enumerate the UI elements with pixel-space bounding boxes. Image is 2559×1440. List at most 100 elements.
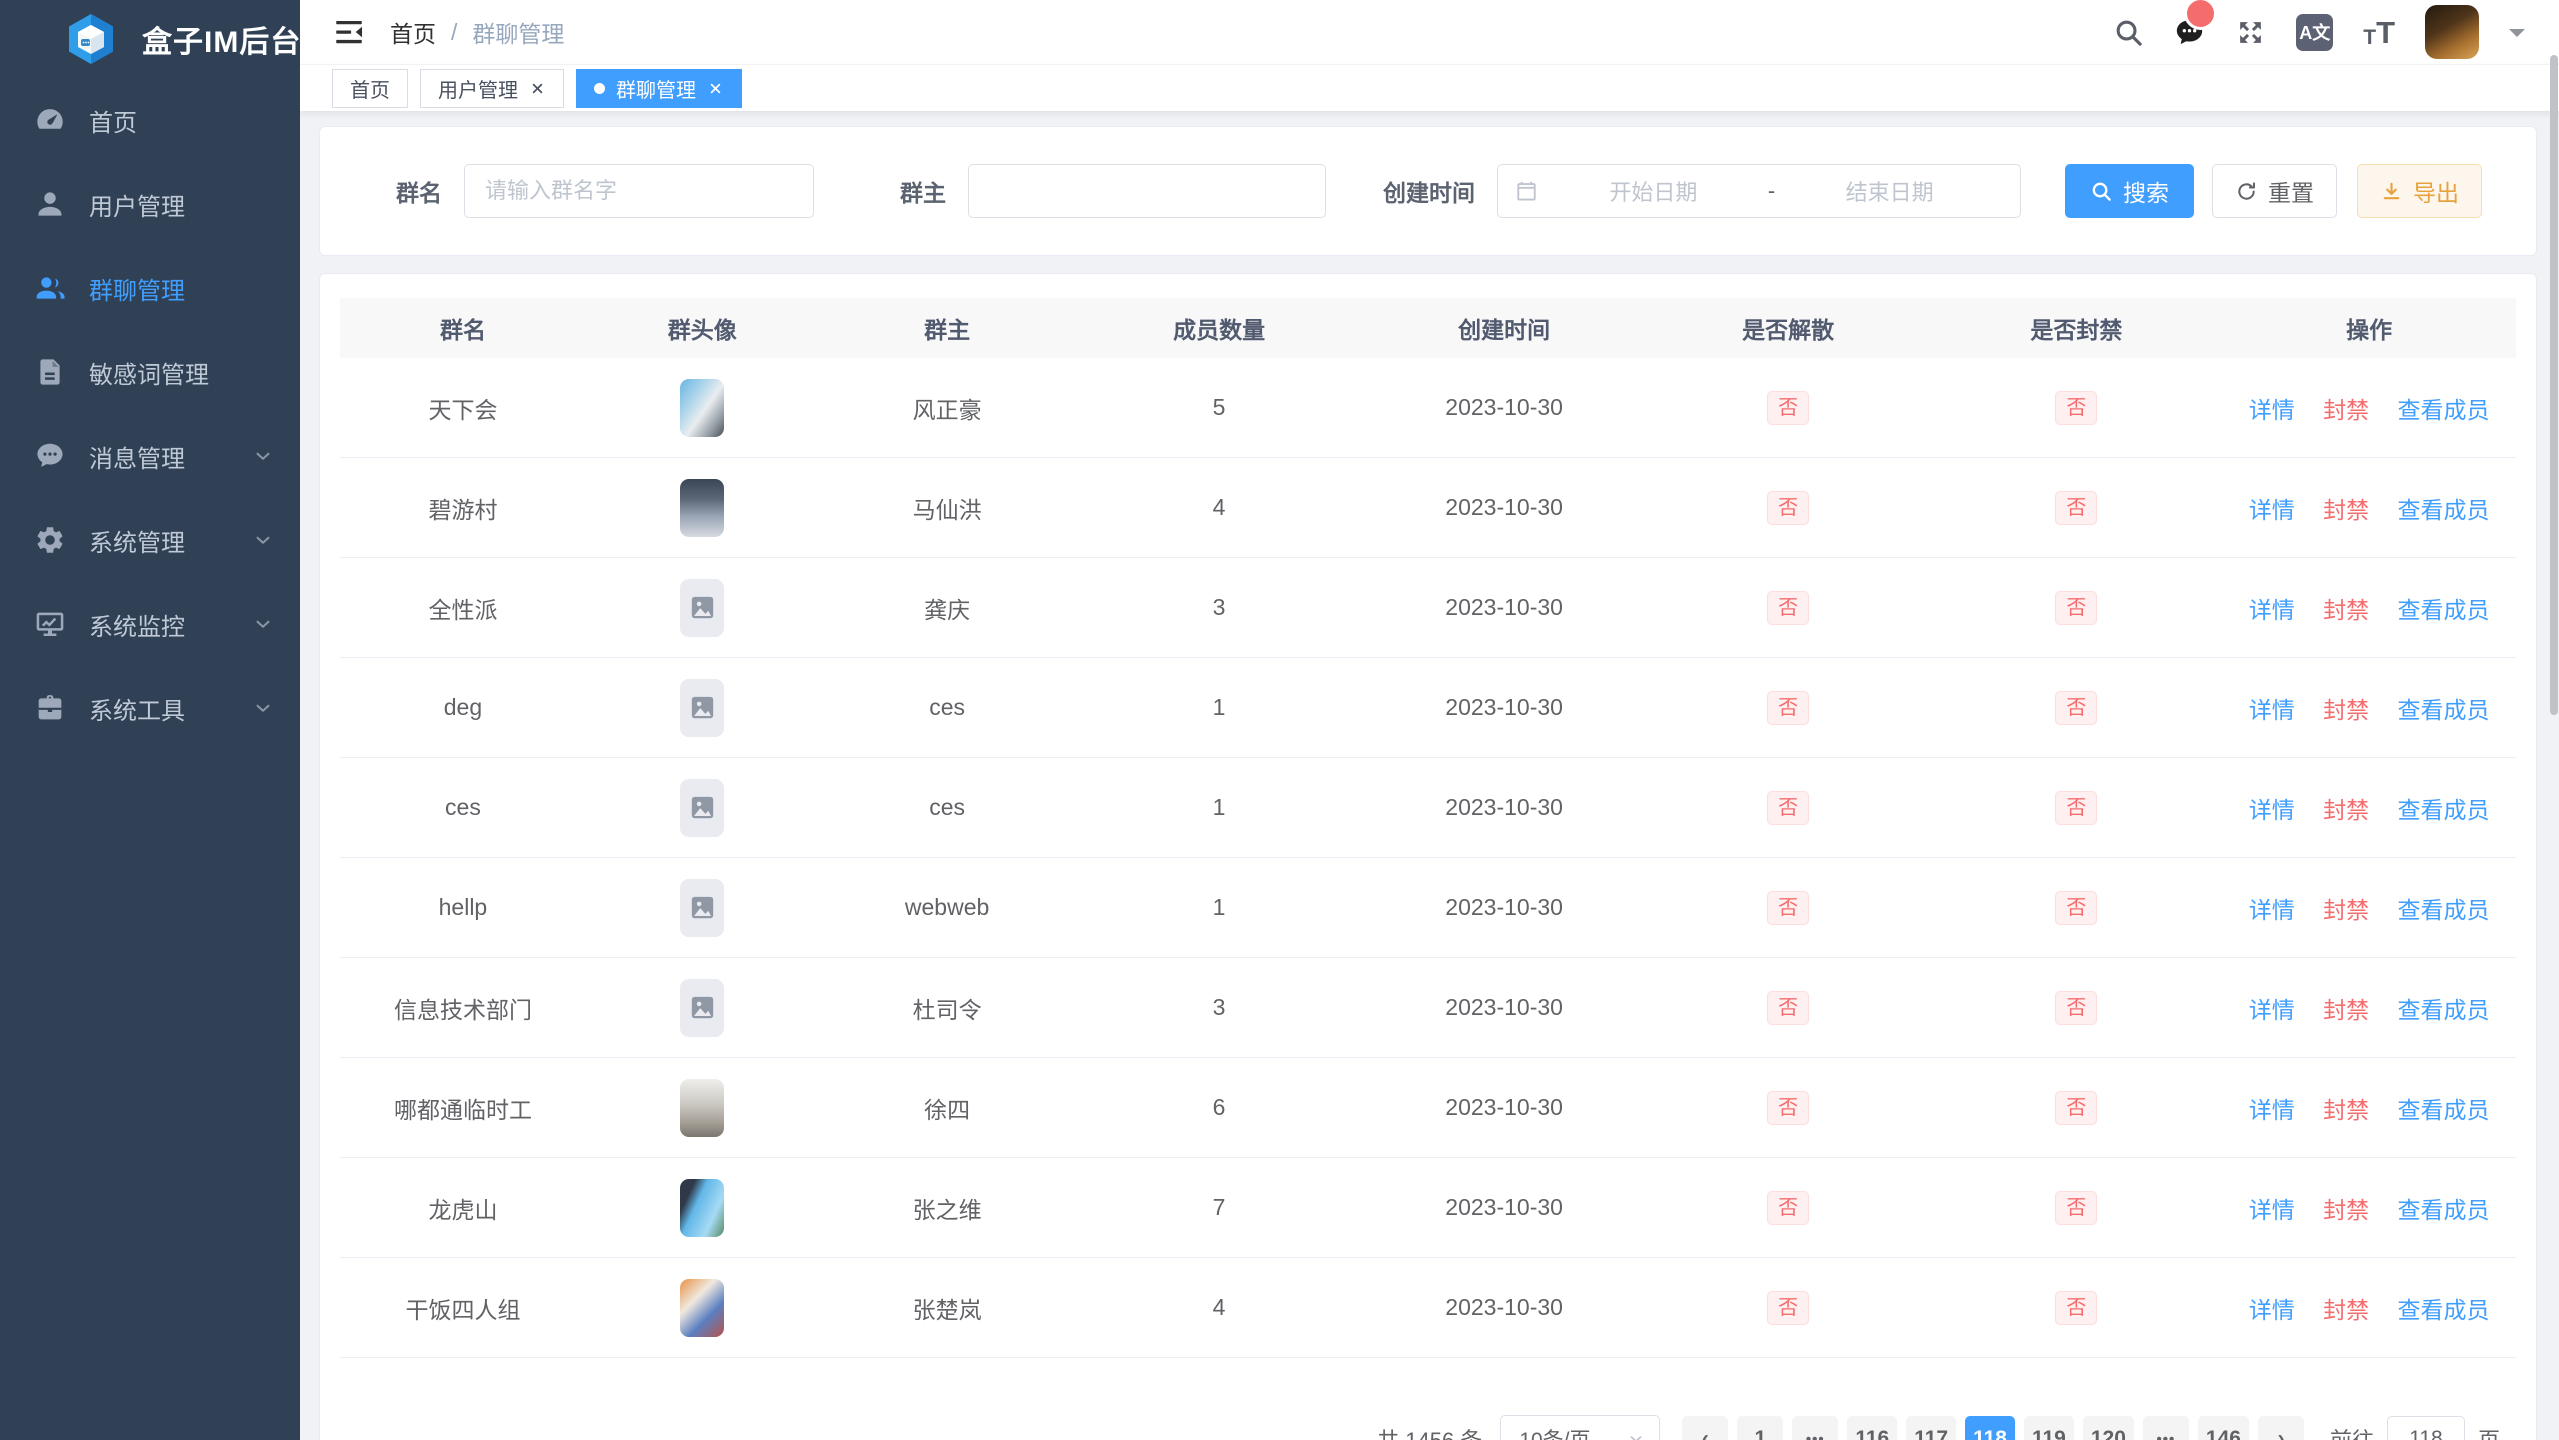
search-button[interactable]: 搜索 xyxy=(2065,164,2194,218)
view-members-link[interactable]: 查看成员 xyxy=(2397,797,2489,823)
prev-page-button[interactable]: ‹ xyxy=(1682,1416,1728,1440)
tab-user-management[interactable]: 用户管理 xyxy=(420,69,564,108)
view-members-link[interactable]: 查看成员 xyxy=(2397,1197,2489,1223)
view-members-link[interactable]: 查看成员 xyxy=(2397,397,2489,423)
sidebar-item-group-management[interactable]: 群聊管理 xyxy=(0,246,300,330)
sidebar-item-sensitive-words[interactable]: 敏感词管理 xyxy=(0,330,300,414)
detail-link[interactable]: 详情 xyxy=(2249,897,2295,923)
group-name-input[interactable] xyxy=(464,164,814,218)
close-icon[interactable] xyxy=(707,80,724,97)
sidebar-item-system-management[interactable]: 系统管理 xyxy=(0,498,300,582)
sidebar-item-system-monitor[interactable]: 系统监控 xyxy=(0,582,300,666)
detail-link[interactable]: 详情 xyxy=(2249,1097,2295,1123)
banned-badge: 否 xyxy=(2055,1291,2097,1325)
group-avatar xyxy=(680,779,724,837)
detail-link[interactable]: 详情 xyxy=(2249,597,2295,623)
date-separator: - xyxy=(1768,178,1775,204)
breadcrumb-home[interactable]: 首页 xyxy=(390,15,436,49)
chevron-down-icon[interactable] xyxy=(2509,29,2525,45)
detail-link[interactable]: 详情 xyxy=(2249,697,2295,723)
page-button-116[interactable]: 116 xyxy=(1847,1416,1897,1440)
ellipsis-button[interactable]: ••• xyxy=(2143,1416,2189,1440)
ban-link[interactable]: 封禁 xyxy=(2323,1097,2369,1123)
col-group-avatar: 群头像 xyxy=(586,298,819,358)
language-icon[interactable]: A文 xyxy=(2296,14,2333,51)
dissolved-badge: 否 xyxy=(1767,891,1809,925)
view-members-link[interactable]: 查看成员 xyxy=(2397,897,2489,923)
goto-page-input[interactable] xyxy=(2387,1416,2465,1440)
sidebar-item-message-management[interactable]: 消息管理 xyxy=(0,414,300,498)
ban-link[interactable]: 封禁 xyxy=(2323,497,2369,523)
dissolved-badge: 否 xyxy=(1767,791,1809,825)
group-avatar-cell xyxy=(586,1158,819,1258)
next-page-button[interactable]: › xyxy=(2258,1416,2304,1440)
scrollbar[interactable] xyxy=(2550,55,2558,715)
group-avatar xyxy=(680,979,724,1037)
reset-button[interactable]: 重置 xyxy=(2212,164,2337,218)
view-members-link[interactable]: 查看成员 xyxy=(2397,597,2489,623)
view-members-link[interactable]: 查看成员 xyxy=(2397,1297,2489,1323)
detail-link[interactable]: 详情 xyxy=(2249,797,2295,823)
view-members-link[interactable]: 查看成员 xyxy=(2397,497,2489,523)
ban-link[interactable]: 封禁 xyxy=(2323,597,2369,623)
detail-link[interactable]: 详情 xyxy=(2249,497,2295,523)
page-size-select[interactable]: 10条/页 xyxy=(1500,1415,1660,1440)
tab-group-management[interactable]: 群聊管理 xyxy=(576,69,742,108)
total-count: 共 1456 条 xyxy=(1377,1423,1482,1440)
owner-input[interactable] xyxy=(968,164,1326,218)
view-members-link[interactable]: 查看成员 xyxy=(2397,997,2489,1023)
export-button[interactable]: 导出 xyxy=(2357,164,2482,218)
dissolved-cell: 否 xyxy=(1646,958,1931,1058)
group-owner-cell: webweb xyxy=(819,858,1076,958)
page-button-146[interactable]: 146 xyxy=(2198,1416,2249,1440)
page-button-118[interactable]: 118 xyxy=(1965,1416,2015,1440)
tab-home[interactable]: 首页 xyxy=(332,69,408,108)
date-range-picker[interactable]: 开始日期 - 结束日期 xyxy=(1497,164,2021,218)
ban-link[interactable]: 封禁 xyxy=(2323,1297,2369,1323)
sidebar-item-label: 首页 xyxy=(89,103,137,138)
ellipsis-button[interactable]: ••• xyxy=(1792,1416,1838,1440)
breadcrumb-separator: / xyxy=(451,19,457,46)
page-button-117[interactable]: 117 xyxy=(1906,1416,1956,1440)
close-icon[interactable] xyxy=(529,80,546,97)
detail-link[interactable]: 详情 xyxy=(2249,1297,2295,1323)
sidebar-item-label: 系统工具 xyxy=(89,691,185,726)
ban-link[interactable]: 封禁 xyxy=(2323,997,2369,1023)
member-count-cell: 1 xyxy=(1075,758,1362,858)
search-icon[interactable] xyxy=(2113,17,2144,48)
col-actions: 操作 xyxy=(2222,298,2516,358)
end-date-placeholder[interactable]: 结束日期 xyxy=(1775,175,2004,207)
start-date-placeholder[interactable]: 开始日期 xyxy=(1539,175,1768,207)
detail-link[interactable]: 详情 xyxy=(2249,1197,2295,1223)
detail-link[interactable]: 详情 xyxy=(2249,997,2295,1023)
page-button-1[interactable]: 1 xyxy=(1737,1416,1783,1440)
sidebar-item-home[interactable]: 首页 xyxy=(0,78,300,162)
ban-link[interactable]: 封禁 xyxy=(2323,897,2369,923)
avatar[interactable] xyxy=(2425,5,2479,59)
sidebar-fold-icon[interactable] xyxy=(332,15,366,49)
created-time-cell: 2023-10-30 xyxy=(1363,1258,1646,1358)
view-members-link[interactable]: 查看成员 xyxy=(2397,1097,2489,1123)
fullscreen-icon[interactable] xyxy=(2235,17,2266,48)
page-button-119[interactable]: 119 xyxy=(2024,1416,2074,1440)
messages-icon[interactable] xyxy=(2174,17,2205,48)
font-size-icon[interactable]: TT xyxy=(2363,17,2395,48)
view-members-link[interactable]: 查看成员 xyxy=(2397,697,2489,723)
banned-badge: 否 xyxy=(2055,791,2097,825)
sidebar-item-system-tools[interactable]: 系统工具 xyxy=(0,666,300,750)
ban-link[interactable]: 封禁 xyxy=(2323,1197,2369,1223)
sidebar-item-user-management[interactable]: 用户管理 xyxy=(0,162,300,246)
ban-link[interactable]: 封禁 xyxy=(2323,697,2369,723)
gear-icon xyxy=(34,524,66,556)
ban-link[interactable]: 封禁 xyxy=(2323,797,2369,823)
created-time-cell: 2023-10-30 xyxy=(1363,1058,1646,1158)
sidebar: 盒子IM后台 首页 用户管理 群聊管理 敏感词管理 xyxy=(0,0,300,1440)
app-logo: 盒子IM后台 xyxy=(0,0,300,78)
created-time-cell: 2023-10-30 xyxy=(1363,458,1646,558)
detail-link[interactable]: 详情 xyxy=(2249,397,2295,423)
ban-link[interactable]: 封禁 xyxy=(2323,397,2369,423)
actions-cell: 详情 封禁 查看成员 xyxy=(2222,1258,2516,1358)
tab-label: 首页 xyxy=(350,74,390,103)
table-row: ces ces 1 2023-10-30 否 否 详情 封禁 查看成员 xyxy=(340,758,2516,858)
page-button-120[interactable]: 120 xyxy=(2083,1416,2134,1440)
